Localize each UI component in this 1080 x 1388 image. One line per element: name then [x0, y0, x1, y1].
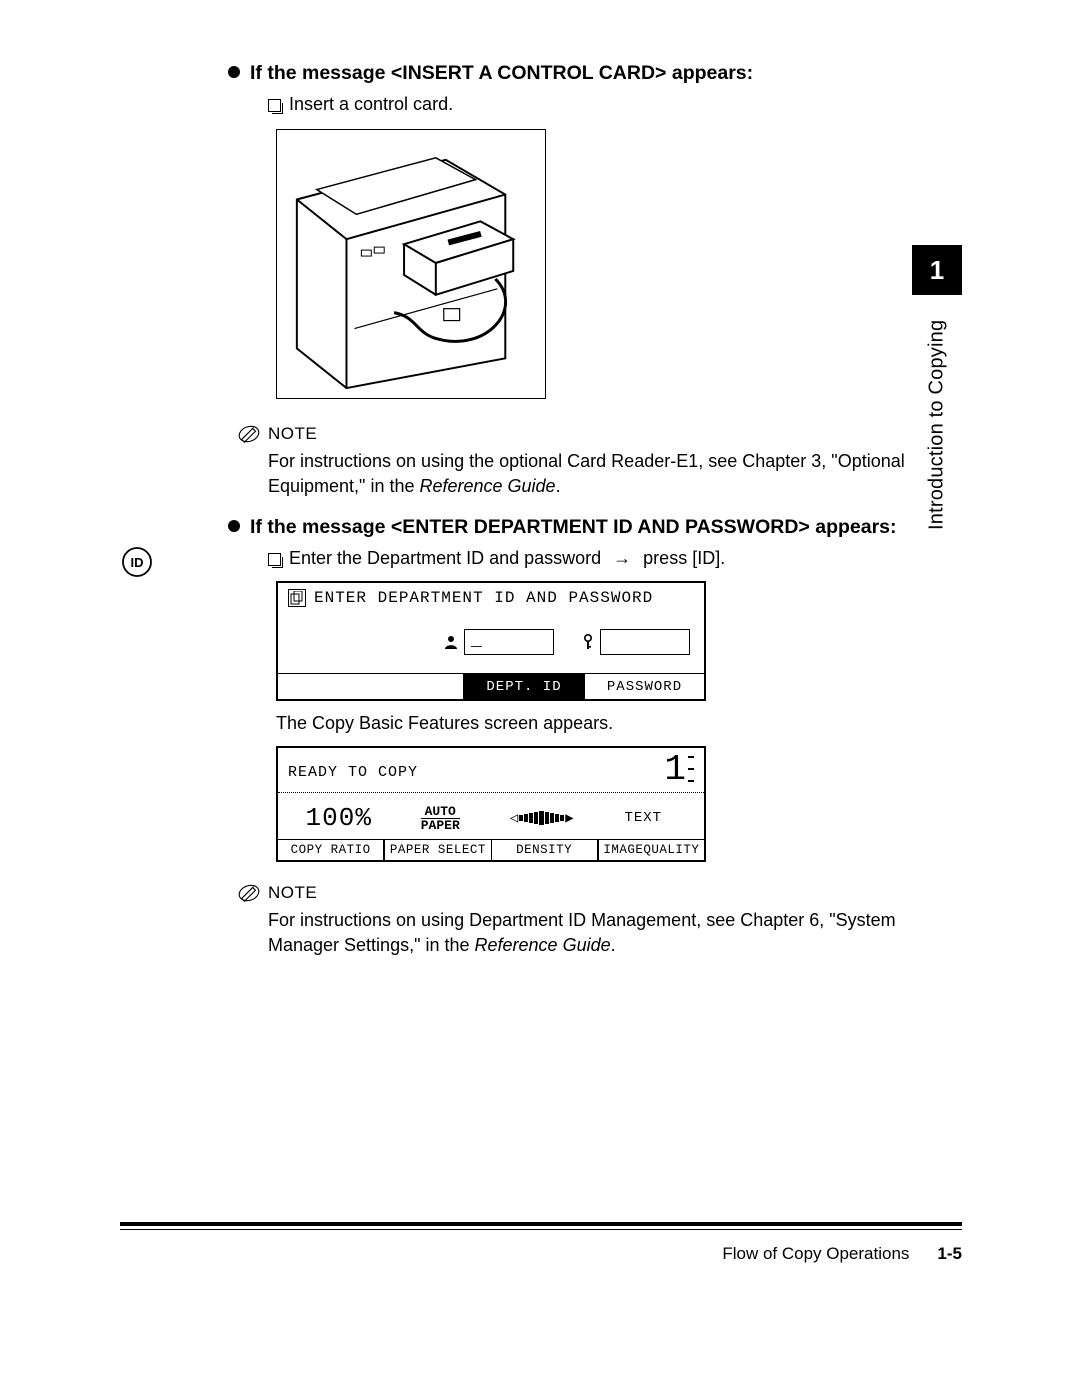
- auto-l2: PAPER: [421, 818, 460, 832]
- person-icon: [444, 635, 458, 649]
- density-slider: ◁ ▶: [510, 810, 574, 827]
- note-part-b: .: [611, 935, 616, 955]
- lcd-login-screen: ENTER DEPARTMENT ID AND PASSWORD _ DEPT.…: [276, 581, 706, 701]
- copy-mode-icon: [288, 589, 306, 607]
- note-row: NOTE: [238, 423, 918, 445]
- copy-ratio-value: 100%: [306, 803, 372, 833]
- note-text: For instructions on using Department ID …: [268, 908, 918, 957]
- softkey-dept-id[interactable]: DEPT. ID: [464, 673, 584, 699]
- password-field[interactable]: [600, 629, 690, 655]
- note-label: NOTE: [268, 424, 317, 444]
- note-ref-title: Reference Guide: [419, 476, 555, 496]
- checkbox-icon: [268, 553, 281, 566]
- action-text-b: press [ID].: [643, 548, 725, 569]
- note-part-b: .: [556, 476, 561, 496]
- heading-enter-dept-id: If the message <ENTER DEPARTMENT ID AND …: [228, 514, 918, 540]
- action-text: Insert a control card.: [289, 94, 453, 115]
- footer-rule-thin: [120, 1229, 962, 1231]
- page-footer: Flow of Copy Operations 1-5: [120, 1222, 962, 1265]
- pencil-note-icon: [238, 882, 260, 904]
- dept-id-field[interactable]: _: [464, 629, 554, 655]
- action-enter-id: Enter the Department ID and password → p…: [268, 548, 918, 569]
- card-reader-illustration: [276, 129, 546, 399]
- chapter-number: 1: [912, 245, 962, 295]
- note-text: For instructions on using the optional C…: [268, 449, 918, 498]
- bullet-dot-icon: [228, 520, 240, 532]
- lcd-title: ENTER DEPARTMENT ID AND PASSWORD: [314, 589, 653, 607]
- density-darker-icon: ▶: [565, 810, 573, 827]
- auto-paper-value: AUTO PAPER: [421, 805, 460, 832]
- footer-rule-thick: [120, 1222, 962, 1226]
- count-ticks-icon: [688, 752, 694, 786]
- id-key-icon: ID: [120, 545, 154, 579]
- dept-id-group: _: [444, 629, 554, 655]
- softkey-empty: [278, 673, 464, 699]
- pencil-note-icon: [238, 423, 260, 445]
- note-part-a: For instructions on using the optional C…: [268, 451, 905, 495]
- key-icon: [582, 634, 594, 650]
- note-row: NOTE: [238, 882, 918, 904]
- action-insert-card: Insert a control card.: [268, 94, 918, 115]
- page: 1 Introduction to Copying ID If the mess…: [0, 0, 1080, 1388]
- bullet-dot-icon: [228, 66, 240, 78]
- password-group: [582, 629, 690, 655]
- density-lighter-icon: ◁: [510, 810, 518, 827]
- image-quality-value: TEXT: [624, 810, 662, 826]
- heading-insert-control-card: If the message <INSERT A CONTROL CARD> a…: [228, 60, 918, 86]
- softkey-copy-ratio[interactable]: COPY RATIO: [278, 840, 384, 860]
- softkey-paper-select[interactable]: PAPER SELECT: [384, 840, 491, 860]
- chapter-title-vertical: Introduction to Copying: [912, 309, 962, 541]
- footer-section-title: Flow of Copy Operations: [722, 1244, 909, 1264]
- lcd-status: READY TO COPY: [288, 764, 418, 781]
- softkey-density[interactable]: DENSITY: [492, 840, 598, 860]
- svg-text:ID: ID: [131, 555, 144, 570]
- heading-text: If the message <INSERT A CONTROL CARD> a…: [250, 60, 753, 86]
- printer-drawing-icon: [277, 130, 545, 398]
- main-content: If the message <INSERT A CONTROL CARD> a…: [238, 60, 918, 973]
- checkbox-icon: [268, 99, 281, 112]
- note-ref-title: Reference Guide: [475, 935, 611, 955]
- softkey-image-quality[interactable]: IMAGEQUALITY: [598, 840, 704, 860]
- auto-l1: AUTO: [421, 805, 460, 818]
- arrow-right-icon: →: [609, 548, 635, 569]
- page-number: 1-5: [937, 1244, 962, 1264]
- heading-text: If the message <ENTER DEPARTMENT ID AND …: [250, 514, 897, 540]
- side-tab: 1 Introduction to Copying: [912, 245, 962, 527]
- caption: The Copy Basic Features screen appears.: [276, 713, 918, 734]
- note-label: NOTE: [268, 883, 317, 903]
- action-text-a: Enter the Department ID and password: [289, 548, 601, 569]
- lcd-copy-screen: READY TO COPY 1 100% AUTO PAPER: [276, 746, 706, 862]
- copy-count: 1: [664, 752, 686, 788]
- softkey-password[interactable]: PASSWORD: [584, 673, 704, 699]
